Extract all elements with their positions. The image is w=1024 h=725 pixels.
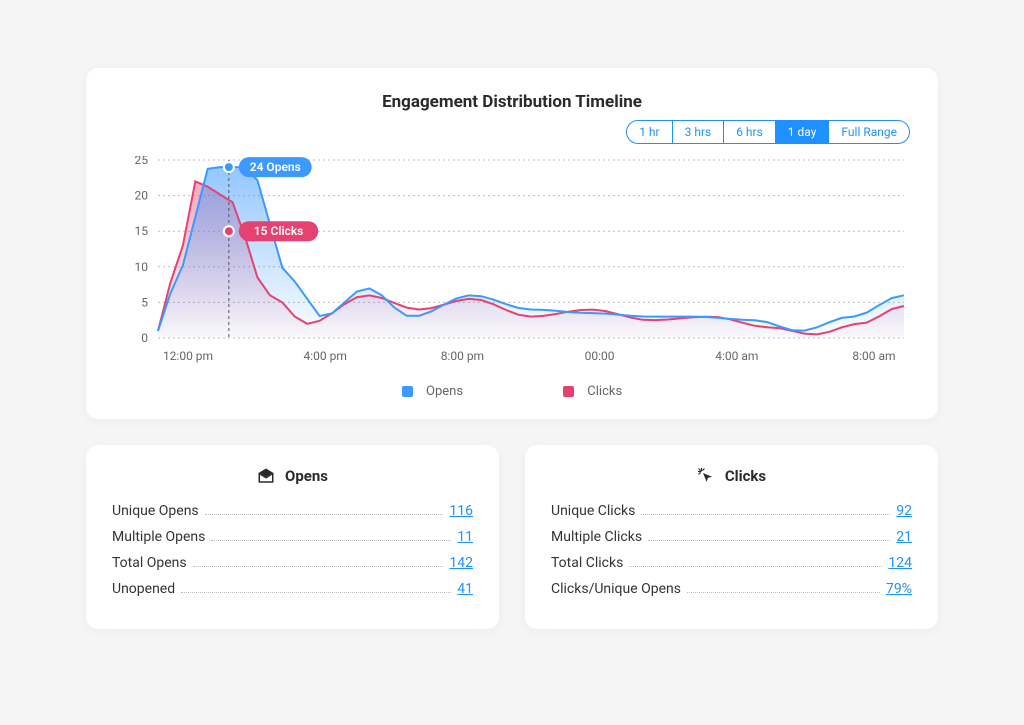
opens-value-link[interactable]: 11 bbox=[457, 529, 473, 545]
svg-text:4:00 pm: 4:00 pm bbox=[304, 349, 347, 363]
opens-card: Opens Unique Opens 116 Multiple Opens 11 Tot… bbox=[86, 445, 499, 629]
clicks-label: Clicks/Unique Opens bbox=[551, 581, 681, 597]
clicks-label: Multiple Clicks bbox=[551, 529, 642, 545]
clicks-row: Total Clicks 124 bbox=[551, 555, 912, 571]
range-fullrange[interactable]: Full Range bbox=[829, 121, 909, 143]
chart-legend: Opens Clicks bbox=[114, 384, 910, 399]
clicks-value-link[interactable]: 92 bbox=[896, 503, 912, 519]
svg-text:0: 0 bbox=[141, 331, 148, 345]
svg-text:10: 10 bbox=[135, 260, 149, 274]
opens-row: Total Opens 142 bbox=[112, 555, 473, 571]
clicks-value-link[interactable]: 79% bbox=[886, 581, 912, 597]
clicks-value-link[interactable]: 124 bbox=[888, 555, 912, 571]
svg-text:8:00 am: 8:00 am bbox=[852, 349, 895, 363]
opens-label: Total Opens bbox=[112, 555, 187, 571]
clicks-card-title: Clicks bbox=[725, 467, 766, 485]
svg-text:25: 25 bbox=[135, 156, 149, 167]
opens-card-title: Opens bbox=[285, 467, 328, 485]
clicks-row: Unique Clicks 92 bbox=[551, 503, 912, 519]
svg-text:8:00 pm: 8:00 pm bbox=[441, 349, 484, 363]
clicks-label: Total Clicks bbox=[551, 555, 623, 571]
range-6hrs[interactable]: 6 hrs bbox=[724, 121, 776, 143]
time-range-selector: 1 hr 3 hrs 6 hrs 1 day Full Range bbox=[114, 120, 910, 144]
svg-text:15: 15 bbox=[135, 224, 149, 238]
legend-opens: Opens bbox=[402, 384, 463, 399]
opens-row: Unopened 41 bbox=[112, 581, 473, 597]
clicks-value-link[interactable]: 21 bbox=[896, 529, 912, 545]
svg-text:15 Clicks: 15 Clicks bbox=[254, 224, 304, 238]
legend-clicks: Clicks bbox=[563, 384, 622, 399]
clicks-row: Clicks/Unique Opens 79% bbox=[551, 581, 912, 597]
clicks-swatch-icon bbox=[563, 386, 574, 397]
cursor-click-icon bbox=[697, 467, 715, 485]
opens-label: Multiple Opens bbox=[112, 529, 205, 545]
range-1day[interactable]: 1 day bbox=[776, 121, 830, 143]
opens-swatch-icon bbox=[402, 386, 413, 397]
svg-text:00:00: 00:00 bbox=[585, 349, 615, 363]
clicks-card: Clicks Unique Clicks 92 Multiple Clicks 21 T… bbox=[525, 445, 938, 629]
svg-text:12:00 pm: 12:00 pm bbox=[163, 349, 213, 363]
clicks-label: Unique Clicks bbox=[551, 503, 635, 519]
svg-text:4:00 am: 4:00 am bbox=[715, 349, 758, 363]
range-1hr[interactable]: 1 hr bbox=[627, 121, 672, 143]
opens-row: Unique Opens 116 bbox=[112, 503, 473, 519]
opens-row: Multiple Opens 11 bbox=[112, 529, 473, 545]
svg-text:5: 5 bbox=[141, 295, 148, 309]
engagement-timeline-card: Engagement Distribution Timeline 1 hr 3 … bbox=[86, 68, 938, 419]
opens-value-link[interactable]: 142 bbox=[449, 555, 473, 571]
svg-text:20: 20 bbox=[135, 189, 149, 203]
opens-value-link[interactable]: 116 bbox=[449, 503, 473, 519]
opens-label: Unique Opens bbox=[112, 503, 199, 519]
clicks-row: Multiple Clicks 21 bbox=[551, 529, 912, 545]
opens-label: Unopened bbox=[112, 581, 175, 597]
chart-title: Engagement Distribution Timeline bbox=[114, 92, 910, 112]
envelope-icon bbox=[257, 468, 275, 484]
opens-value-link[interactable]: 41 bbox=[457, 581, 473, 597]
timeline-chart[interactable]: 0 5 10 15 20 25 12:00 pm 4:00 pm 8:00 pm 00:00 4:0… bbox=[114, 156, 910, 366]
range-3hrs[interactable]: 3 hrs bbox=[673, 121, 725, 143]
svg-text:24 Opens: 24 Opens bbox=[250, 160, 301, 174]
